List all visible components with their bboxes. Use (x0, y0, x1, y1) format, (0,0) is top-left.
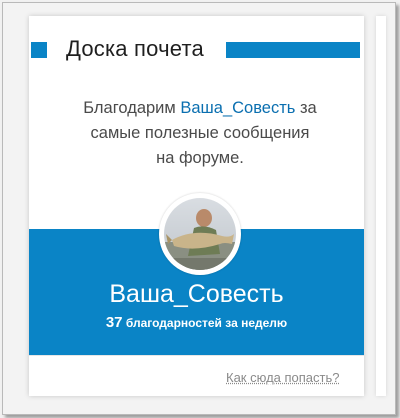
thanks-line-2: самые полезные сообщения (90, 124, 310, 142)
avatar[interactable] (164, 198, 236, 270)
header-accent-left (31, 42, 47, 58)
username-link[interactable]: Ваша_Совесть (180, 99, 295, 117)
thanks-prefix: Благодарим (83, 99, 176, 117)
how-to-get-here-link[interactable]: Как сюда попасть? (226, 370, 340, 385)
divider (29, 355, 364, 356)
header-accent-right (226, 42, 360, 58)
honor-board-title: Доска почета (66, 36, 204, 61)
avatar-photo-icon (164, 198, 236, 270)
adjacent-panel-edge (376, 16, 386, 396)
thanks-count: 37 (105, 314, 123, 331)
thanks-count-label: благодарностей за неделю (125, 316, 288, 330)
thanks-message: Благодарим Ваша_Совесть за самые полезны… (60, 96, 340, 171)
thanks-line-3: на форуме. (156, 149, 244, 167)
weekly-thanks: 37 благодарностей за неделю (29, 314, 364, 331)
thanks-suffix: за (299, 99, 317, 117)
featured-username[interactable]: Ваша_Совесть (29, 280, 364, 309)
